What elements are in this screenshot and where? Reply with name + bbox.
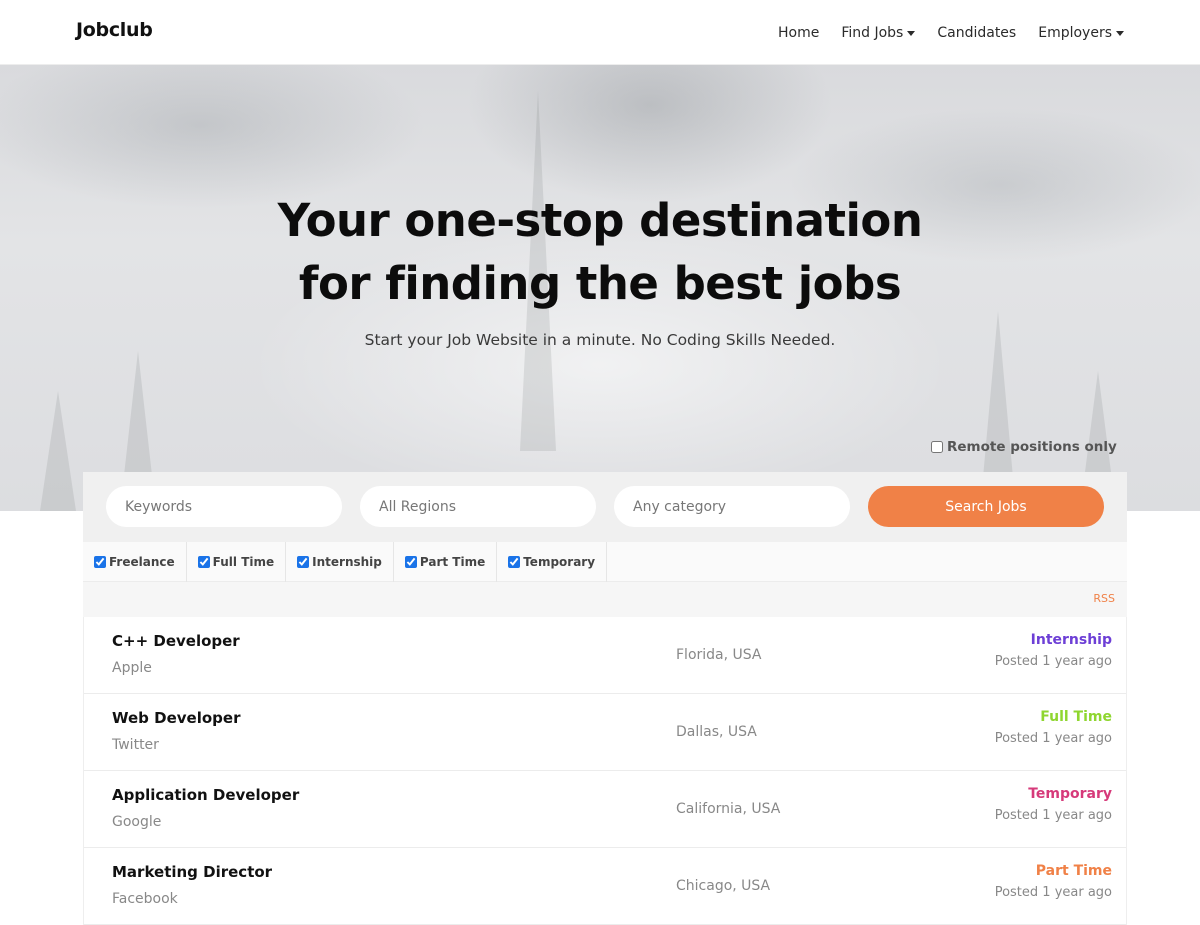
category-placeholder: Any category — [633, 498, 727, 515]
job-posted-date: Posted 1 year ago — [994, 808, 1112, 823]
job-row[interactable]: Web Developer Twitter Dallas, USA Full T… — [84, 694, 1126, 771]
job-company: Twitter — [112, 737, 159, 753]
nav-menu: Home Find Jobs Candidates Employers — [778, 0, 1124, 65]
chevron-down-icon — [1116, 30, 1124, 36]
keywords-placeholder: Keywords — [125, 498, 193, 515]
job-title: Web Developer — [112, 709, 241, 727]
job-search-form: Keywords All Regions Any category Search… — [83, 472, 1127, 542]
hero-subtitle: Start your Job Website in a minute. No C… — [364, 331, 836, 349]
job-location: Dallas, USA — [676, 724, 757, 740]
freelance-checkbox[interactable] — [94, 555, 106, 568]
nav-home[interactable]: Home — [778, 25, 819, 41]
filter-part-time-label: Part Time — [419, 554, 486, 569]
temporary-checkbox[interactable] — [508, 555, 521, 568]
hero-title-line1: Your one-stop destination — [277, 194, 923, 247]
job-row[interactable]: Marketing Director Facebook Chicago, USA… — [84, 848, 1126, 925]
job-company: Google — [112, 814, 162, 830]
job-title: Marketing Director — [112, 863, 273, 881]
nav-find-jobs[interactable]: Find Jobs — [841, 24, 916, 41]
job-row[interactable]: Application Developer Google California,… — [84, 771, 1126, 848]
job-location: Chicago, USA — [676, 878, 771, 894]
filter-internship[interactable]: Internship — [286, 541, 394, 582]
remote-label: Remote positions only — [947, 439, 1117, 455]
nav-find-jobs-label: Find Jobs — [841, 24, 904, 41]
job-posted-date: Posted 1 year ago — [994, 885, 1112, 900]
rss-link[interactable]: RSS — [1093, 592, 1115, 605]
job-type-badge: Full Time — [1040, 709, 1112, 725]
search-jobs-button[interactable]: Search Jobs — [868, 486, 1104, 527]
job-posted-date: Posted 1 year ago — [994, 731, 1112, 746]
top-navbar: Jobclub Home Find Jobs Candidates Employ… — [0, 0, 1200, 65]
job-type-badge: Temporary — [1028, 786, 1112, 802]
site-logo[interactable]: Jobclub — [76, 19, 153, 41]
job-company: Apple — [112, 660, 152, 676]
filter-temporary-label: Temporary — [523, 554, 596, 569]
job-company: Facebook — [112, 891, 178, 907]
filter-part-time[interactable]: Part Time — [394, 541, 498, 582]
job-type-badge: Part Time — [1035, 863, 1112, 879]
job-title: C++ Developer — [112, 632, 240, 650]
job-listings: C++ Developer Apple Florida, USA Interns… — [83, 617, 1127, 925]
part-time-checkbox[interactable] — [404, 555, 417, 568]
category-select[interactable]: Any category — [614, 486, 850, 527]
filter-freelance[interactable]: Freelance — [83, 541, 187, 582]
nav-candidates[interactable]: Candidates — [937, 25, 1016, 41]
job-location: California, USA — [676, 801, 781, 817]
job-type-badge: Internship — [1030, 632, 1112, 648]
regions-placeholder: All Regions — [379, 498, 457, 515]
nav-home-label: Home — [777, 24, 820, 41]
listing-toolbar: RSS — [83, 582, 1127, 617]
full-time-checkbox[interactable] — [197, 555, 210, 568]
nav-employers[interactable]: Employers — [1038, 25, 1124, 41]
nav-candidates-label: Candidates — [937, 24, 1017, 41]
filter-temporary[interactable]: Temporary — [497, 541, 608, 582]
hero-title-line2: for finding the best jobs — [298, 257, 902, 310]
job-type-filters: Freelance Full Time Internship Part Time… — [83, 541, 1127, 582]
chevron-down-icon — [907, 30, 916, 36]
filter-full-time-label: Full Time — [212, 554, 275, 569]
job-location: Florida, USA — [676, 647, 762, 663]
job-posted-date: Posted 1 year ago — [994, 654, 1112, 669]
background-tree — [40, 391, 76, 511]
remote-checkbox[interactable] — [931, 441, 943, 453]
hero-title: Your one-stop destination for finding th… — [0, 189, 1200, 315]
nav-employers-label: Employers — [1038, 24, 1112, 41]
internship-checkbox[interactable] — [297, 555, 310, 568]
filter-full-time[interactable]: Full Time — [187, 541, 287, 582]
remote-positions-toggle[interactable]: Remote positions only — [931, 439, 1117, 455]
job-row[interactable]: C++ Developer Apple Florida, USA Interns… — [84, 617, 1126, 694]
regions-select[interactable]: All Regions — [360, 486, 596, 527]
filter-freelance-label: Freelance — [109, 554, 175, 569]
job-title: Application Developer — [112, 786, 300, 804]
filter-internship-label: Internship — [312, 554, 382, 569]
keywords-input[interactable]: Keywords — [106, 486, 342, 527]
